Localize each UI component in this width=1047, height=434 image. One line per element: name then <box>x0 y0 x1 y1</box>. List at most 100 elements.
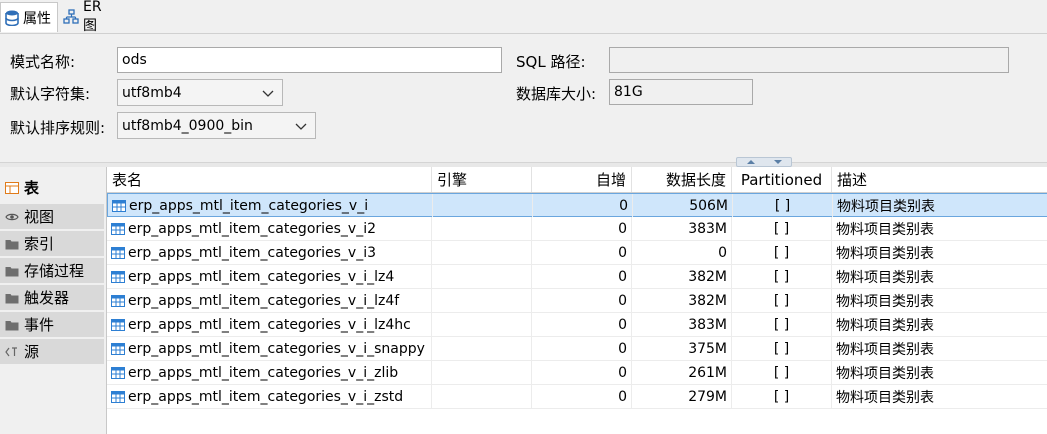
cell-engine[interactable] <box>432 265 532 288</box>
sidebar-item-label: 触发器 <box>24 289 70 307</box>
editor-tab-bar: 属性 ER 图 <box>0 0 1047 34</box>
cell-description[interactable]: 物料项目类别表 <box>833 194 1047 217</box>
cell-auto-increment[interactable]: 0 <box>532 337 632 360</box>
sidebar-item-label: 表 <box>24 179 40 197</box>
cell-data-length[interactable]: 375M <box>632 337 732 360</box>
cell-engine[interactable] <box>432 385 532 408</box>
sidebar-item-procedures[interactable]: 存储过程 <box>0 258 104 284</box>
cell-auto-increment[interactable]: 0 <box>533 194 633 217</box>
chevron-down-icon <box>295 120 307 136</box>
sidebar-item-source[interactable]: 源 <box>0 339 104 365</box>
cell-partitioned-text: [ ] <box>774 197 791 214</box>
collapse-up-icon[interactable] <box>746 159 756 165</box>
cell-partitioned[interactable]: [ ] <box>732 217 832 240</box>
cell-data-length[interactable]: 383M <box>632 313 732 336</box>
cell-description[interactable]: 物料项目类别表 <box>832 385 1047 408</box>
sidebar-item-views[interactable]: 视图 <box>0 204 104 230</box>
cell-engine[interactable] <box>432 241 532 264</box>
cell-auto-increment[interactable]: 0 <box>532 289 632 312</box>
tab-er-diagram[interactable]: ER 图 <box>59 0 125 34</box>
column-header-name[interactable]: 表名 <box>107 167 432 192</box>
column-header-engine[interactable]: 引擎 <box>432 167 532 192</box>
cell-description-text: 物料项目类别表 <box>836 269 934 286</box>
collation-select[interactable]: utf8mb4_0900_bin <box>117 112 316 139</box>
column-header-partitioned[interactable]: Partitioned <box>732 167 832 192</box>
sidebar-item-label: 存储过程 <box>24 262 85 280</box>
cell-auto-increment[interactable]: 0 <box>532 265 632 288</box>
cell-table-name[interactable]: erp_apps_mtl_item_categories_v_i_lz4hc <box>107 313 432 336</box>
cell-description[interactable]: 物料项目类别表 <box>832 337 1047 360</box>
cell-auto-increment[interactable]: 0 <box>532 385 632 408</box>
cell-engine[interactable] <box>432 217 532 240</box>
cell-description-text: 物料项目类别表 <box>836 365 934 382</box>
cell-data-length[interactable]: 382M <box>632 265 732 288</box>
cell-table-name[interactable]: erp_apps_mtl_item_categories_v_i3 <box>107 241 432 264</box>
table-icon <box>112 199 126 212</box>
cell-description[interactable]: 物料项目类别表 <box>832 361 1047 384</box>
cell-data-length[interactable]: 383M <box>632 217 732 240</box>
cell-partitioned[interactable]: [ ] <box>733 194 833 217</box>
table-row[interactable]: erp_apps_mtl_item_categories_v_i3 0 0 [ ] 物料… <box>107 241 1047 265</box>
schema-name-field[interactable]: ods <box>117 47 502 73</box>
cell-description[interactable]: 物料项目类别表 <box>832 265 1047 288</box>
table-row[interactable]: erp_apps_mtl_item_categories_v_i_lz4 0 382… <box>107 265 1047 289</box>
cell-partitioned[interactable]: [ ] <box>732 241 832 264</box>
table-icon <box>111 318 125 331</box>
cell-engine[interactable] <box>432 289 532 312</box>
cell-partitioned[interactable]: [ ] <box>732 289 832 312</box>
cell-data-length[interactable]: 0 <box>632 241 732 264</box>
cell-auto-increment[interactable]: 0 <box>532 313 632 336</box>
cell-data-length[interactable]: 382M <box>632 289 732 312</box>
cell-data-length[interactable]: 506M <box>633 194 733 217</box>
cell-description[interactable]: 物料项目类别表 <box>832 217 1047 240</box>
tab-properties[interactable]: 属性 <box>0 2 58 32</box>
cell-data-length[interactable]: 261M <box>632 361 732 384</box>
table-row[interactable]: erp_apps_mtl_item_categories_v_i2 0 383M [ … <box>107 217 1047 241</box>
cell-table-name[interactable]: erp_apps_mtl_item_categories_v_i_snappy <box>107 337 432 360</box>
charset-select[interactable]: utf8mb4 <box>117 79 283 106</box>
table-row[interactable]: erp_apps_mtl_item_categories_v_i 0 506M [ ]… <box>107 193 1047 217</box>
cell-description[interactable]: 物料项目类别表 <box>832 289 1047 312</box>
column-header-auto-increment[interactable]: 自增 <box>532 167 632 192</box>
table-row[interactable]: erp_apps_mtl_item_categories_v_i_zlib 0 26… <box>107 361 1047 385</box>
table-row[interactable]: erp_apps_mtl_item_categories_v_i_lz4f 0 38… <box>107 289 1047 313</box>
cell-description[interactable]: 物料项目类别表 <box>832 241 1047 264</box>
cell-partitioned[interactable]: [ ] <box>732 265 832 288</box>
cell-engine[interactable] <box>433 194 533 217</box>
cell-partitioned[interactable]: [ ] <box>732 361 832 384</box>
sql-path-field[interactable] <box>609 47 1009 73</box>
cell-auto-increment[interactable]: 0 <box>532 217 632 240</box>
sidebar-item-events[interactable]: 事件 <box>0 312 104 338</box>
splitter-handle[interactable] <box>736 157 792 167</box>
cell-table-name-text: erp_apps_mtl_item_categories_v_i_zlib <box>128 364 399 381</box>
table-row[interactable]: erp_apps_mtl_item_categories_v_i_zstd 0 27… <box>107 385 1047 409</box>
cell-data-length[interactable]: 279M <box>632 385 732 408</box>
sidebar-item-indexes[interactable]: 索引 <box>0 231 104 257</box>
sidebar-item-tables[interactable]: 表 <box>0 175 104 201</box>
sidebar-item-triggers[interactable]: 触发器 <box>0 285 104 311</box>
cell-partitioned[interactable]: [ ] <box>732 337 832 360</box>
cell-partitioned[interactable]: [ ] <box>732 385 832 408</box>
cell-table-name[interactable]: erp_apps_mtl_item_categories_v_i_lz4f <box>107 289 432 312</box>
cell-table-name[interactable]: erp_apps_mtl_item_categories_v_i2 <box>107 217 432 240</box>
table-row[interactable]: erp_apps_mtl_item_categories_v_i_snappy 0… <box>107 337 1047 361</box>
cell-description[interactable]: 物料项目类别表 <box>832 313 1047 336</box>
cell-engine[interactable] <box>432 361 532 384</box>
table-row[interactable]: erp_apps_mtl_item_categories_v_i_lz4hc 0 3… <box>107 313 1047 337</box>
cell-partitioned-text: [ ] <box>773 292 790 309</box>
db-size-field[interactable]: 81G <box>609 79 753 105</box>
cell-partitioned[interactable]: [ ] <box>732 313 832 336</box>
cell-table-name[interactable]: erp_apps_mtl_item_categories_v_i_zstd <box>107 385 432 408</box>
column-header-description[interactable]: 描述 <box>832 167 1047 192</box>
cell-auto-increment[interactable]: 0 <box>532 241 632 264</box>
cell-engine[interactable] <box>432 337 532 360</box>
cell-table-name-text: erp_apps_mtl_item_categories_v_i_zstd <box>128 388 404 405</box>
column-header-data-length[interactable]: 数据长度 <box>632 167 732 192</box>
cell-table-name[interactable]: erp_apps_mtl_item_categories_v_i <box>108 194 433 217</box>
cell-engine[interactable] <box>432 313 532 336</box>
cell-auto-increment[interactable]: 0 <box>532 361 632 384</box>
cell-table-name[interactable]: erp_apps_mtl_item_categories_v_i_zlib <box>107 361 432 384</box>
sidebar-item-label: 索引 <box>24 235 55 253</box>
cell-table-name[interactable]: erp_apps_mtl_item_categories_v_i_lz4 <box>107 265 432 288</box>
collapse-down-icon[interactable] <box>773 159 783 165</box>
